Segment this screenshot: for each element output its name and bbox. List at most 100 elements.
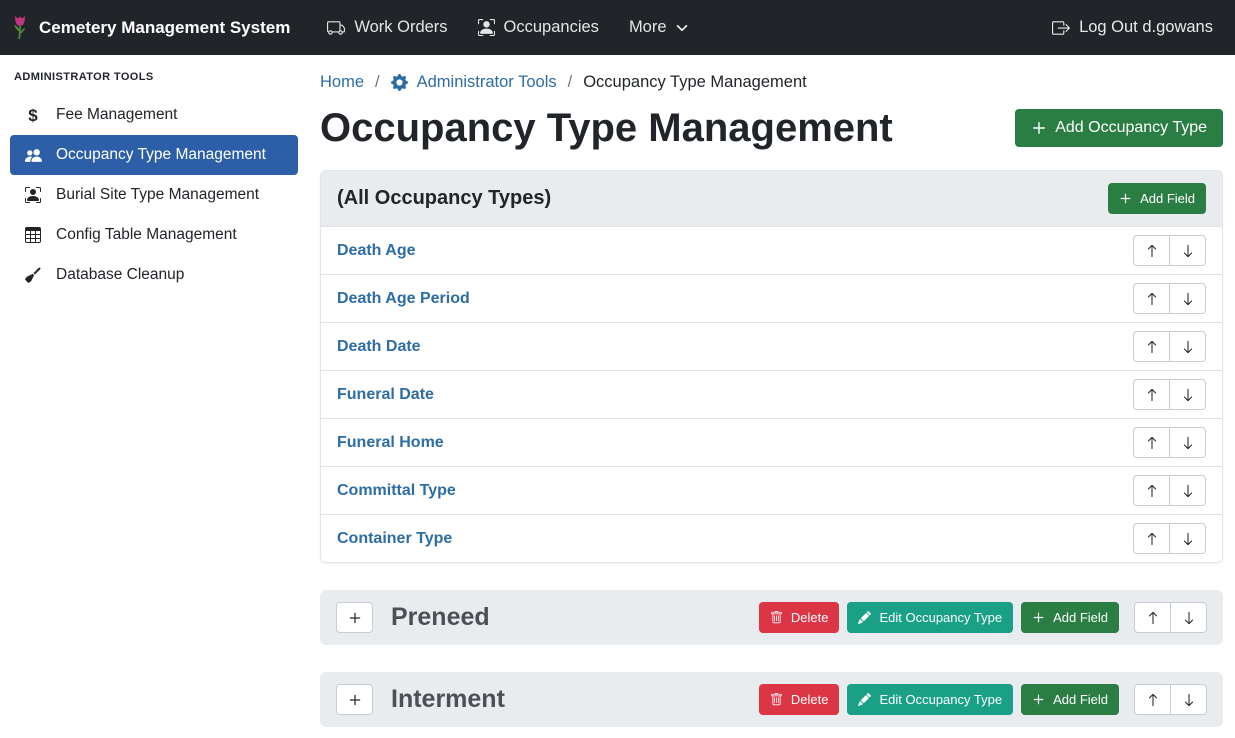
sidebar-item-database-cleanup[interactable]: Database Cleanup	[10, 255, 298, 295]
sidebar-item-burial-site-type-management[interactable]: Burial Site Type Management	[10, 175, 298, 215]
arrow-down-icon	[1181, 292, 1195, 306]
field-link[interactable]: Committal Type	[337, 482, 456, 500]
expand-section-button[interactable]	[336, 684, 373, 715]
move-up-button[interactable]	[1133, 331, 1170, 362]
breadcrumb: Home / Administrator Tools / Occupancy T…	[320, 73, 1223, 92]
add-occupancy-type-button[interactable]: Add Occupancy Type	[1015, 109, 1223, 147]
arrow-down-icon	[1181, 532, 1195, 546]
arrow-down-icon	[1181, 388, 1195, 402]
field-link[interactable]: Funeral Home	[337, 434, 444, 452]
move-up-button[interactable]	[1133, 235, 1170, 266]
page-title: Occupancy Type Management	[320, 106, 893, 150]
reorder-button-group	[1134, 602, 1207, 633]
table-icon	[23, 227, 43, 243]
arrow-up-icon	[1145, 484, 1159, 498]
field-link[interactable]: Death Date	[337, 338, 421, 356]
breadcrumb-current: Occupancy Type Management	[583, 73, 807, 92]
move-down-button[interactable]	[1170, 684, 1207, 715]
top-navbar: Cemetery Management System Work Orders O…	[0, 0, 1235, 55]
sidebar-item-occupancy-type-management[interactable]: Occupancy Type Management	[10, 135, 298, 175]
move-down-button[interactable]	[1169, 331, 1206, 362]
plus-icon	[348, 693, 362, 707]
delete-occupancy-type-button[interactable]: Delete	[759, 684, 840, 715]
plus-icon	[1032, 693, 1045, 706]
page-layout: ADMINISTRATOR TOOLS $ Fee Management Occ…	[0, 55, 1235, 738]
move-down-button[interactable]	[1169, 379, 1206, 410]
section-bar-interment: Interment Delete Edit Occupancy Type Add…	[320, 672, 1223, 727]
move-up-button[interactable]	[1133, 427, 1170, 458]
breadcrumb-separator: /	[375, 73, 380, 92]
field-row: Funeral Date	[321, 370, 1222, 418]
field-row: Death Age Period	[321, 274, 1222, 322]
person-bounding-box-icon	[23, 187, 43, 203]
arrow-up-icon	[1145, 244, 1159, 258]
section-bar-preneed: Preneed Delete Edit Occupancy Type Add F…	[320, 590, 1223, 645]
logout-button[interactable]: Log Out d.gowans	[1052, 18, 1213, 37]
edit-occupancy-type-button[interactable]: Edit Occupancy Type	[847, 684, 1013, 715]
move-down-button[interactable]	[1170, 602, 1207, 633]
breadcrumb-home-link[interactable]: Home	[320, 73, 364, 92]
all-occupancy-types-card: (All Occupancy Types) Add Field Death Ag…	[320, 170, 1223, 563]
plus-icon	[348, 611, 362, 625]
move-down-button[interactable]	[1169, 283, 1206, 314]
move-up-button[interactable]	[1134, 602, 1171, 633]
field-link[interactable]: Death Age Period	[337, 290, 470, 308]
section-title: Preneed	[391, 603, 490, 632]
nav-item-more[interactable]: More	[629, 18, 688, 37]
field-row: Container Type	[321, 514, 1222, 562]
move-down-button[interactable]	[1169, 523, 1206, 554]
app-brand[interactable]: Cemetery Management System	[10, 14, 290, 41]
sidebar-heading: ADMINISTRATOR TOOLS	[0, 63, 308, 95]
move-down-button[interactable]	[1169, 427, 1206, 458]
reorder-button-group	[1133, 235, 1206, 266]
broom-icon	[23, 267, 43, 283]
move-up-button[interactable]	[1133, 379, 1170, 410]
reorder-button-group	[1133, 523, 1206, 554]
sidebar: ADMINISTRATOR TOOLS $ Fee Management Occ…	[0, 55, 308, 738]
logout-icon	[1052, 19, 1070, 37]
reorder-button-group	[1133, 379, 1206, 410]
field-row: Death Date	[321, 322, 1222, 370]
move-down-button[interactable]	[1169, 235, 1206, 266]
move-up-button[interactable]	[1133, 523, 1170, 554]
field-row: Committal Type	[321, 466, 1222, 514]
field-row: Death Age	[321, 226, 1222, 274]
reorder-button-group	[1133, 283, 1206, 314]
plus-icon	[1031, 120, 1047, 136]
add-field-button[interactable]: Add Field	[1108, 183, 1206, 214]
chevron-down-icon	[676, 22, 688, 34]
field-link[interactable]: Funeral Date	[337, 386, 434, 404]
sidebar-item-config-table-management[interactable]: Config Table Management	[10, 215, 298, 255]
breadcrumb-separator: /	[568, 73, 573, 92]
sidebar-item-fee-management[interactable]: $ Fee Management	[10, 95, 298, 135]
add-field-button[interactable]: Add Field	[1021, 602, 1119, 633]
nav-item-occupancies[interactable]: Occupancies	[478, 18, 599, 37]
person-bounding-box-icon	[478, 19, 495, 36]
people-icon	[23, 147, 43, 164]
field-link[interactable]: Death Age	[337, 242, 416, 260]
breadcrumb-admin-tools-link[interactable]: Administrator Tools	[391, 73, 557, 92]
section-title: Interment	[391, 685, 505, 714]
arrow-down-icon	[1182, 693, 1196, 707]
arrow-down-icon	[1182, 611, 1196, 625]
arrow-up-icon	[1145, 436, 1159, 450]
reorder-button-group	[1133, 427, 1206, 458]
field-link[interactable]: Container Type	[337, 530, 452, 548]
all-occupancy-types-header: (All Occupancy Types) Add Field	[321, 171, 1222, 226]
move-up-button[interactable]	[1133, 283, 1170, 314]
move-down-button[interactable]	[1169, 475, 1206, 506]
move-up-button[interactable]	[1133, 475, 1170, 506]
reorder-button-group	[1134, 684, 1207, 715]
arrow-up-icon	[1146, 693, 1160, 707]
arrow-down-icon	[1181, 244, 1195, 258]
add-field-button[interactable]: Add Field	[1021, 684, 1119, 715]
move-up-button[interactable]	[1134, 684, 1171, 715]
expand-section-button[interactable]	[336, 602, 373, 633]
arrow-down-icon	[1181, 436, 1195, 450]
title-row: Occupancy Type Management Add Occupancy …	[320, 106, 1223, 150]
delete-occupancy-type-button[interactable]: Delete	[759, 602, 840, 633]
edit-occupancy-type-button[interactable]: Edit Occupancy Type	[847, 602, 1013, 633]
truck-icon	[327, 19, 345, 37]
arrow-down-icon	[1181, 340, 1195, 354]
nav-item-work-orders[interactable]: Work Orders	[327, 18, 447, 37]
